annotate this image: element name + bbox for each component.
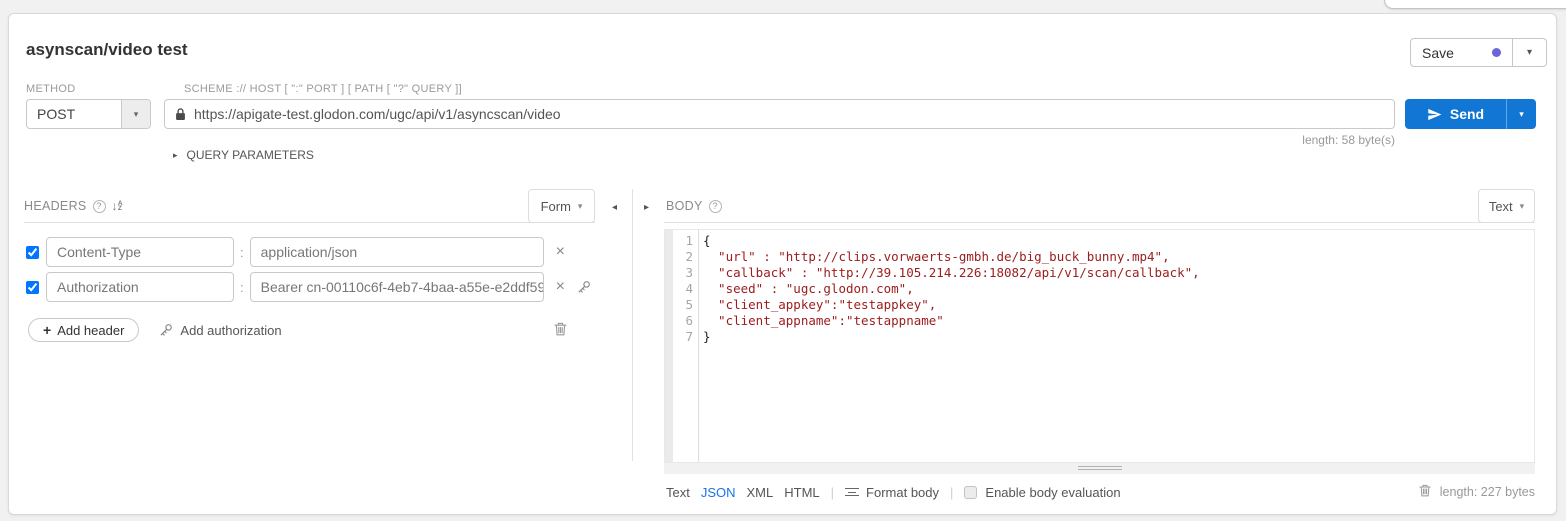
headers-panel-header: HEADERS ? ↓ AZ Form ▾ <box>24 189 595 223</box>
editor-scroll-strip[interactable] <box>665 230 673 462</box>
unsaved-changes-dot-icon <box>1492 48 1501 57</box>
header-enabled-checkbox[interactable] <box>26 246 39 259</box>
header-name-input[interactable]: Content-Type <box>46 237 234 267</box>
send-button[interactable]: Send <box>1405 99 1506 129</box>
enable-body-evaluation-toggle[interactable]: Enable body evaluation <box>964 485 1120 500</box>
code-line: } <box>703 329 1534 345</box>
floating-panel-edge <box>1384 0 1566 9</box>
save-split-button: Save ▾ <box>1410 38 1547 67</box>
collapse-right-icon[interactable]: ▸ <box>644 202 649 213</box>
body-editor-text-area[interactable]: { "url" : "http://clips.vorwaerts-gmbh.d… <box>699 230 1534 462</box>
send-split-button: Send ▾ <box>1405 99 1536 129</box>
collapse-left-icon[interactable]: ◂ <box>612 202 617 213</box>
send-button-label: Send <box>1450 106 1484 122</box>
resize-grip-icon <box>1078 469 1122 470</box>
remove-header-icon[interactable]: × <box>556 278 565 296</box>
disclosure-right-icon: ▸ <box>173 150 178 161</box>
editor-line-numbers: 1 2 3 4 5 6 7 <box>673 230 699 462</box>
code-line: "seed" : "ugc.glodon.com", <box>703 281 1534 297</box>
resize-grip-icon <box>1078 466 1122 467</box>
code-line: "callback" : "http://39.105.214.226:1808… <box>703 265 1534 281</box>
query-parameters-toggle[interactable]: ▸ QUERY PARAMETERS <box>173 148 314 162</box>
format-align-icon <box>845 488 859 496</box>
help-icon[interactable]: ? <box>709 200 722 213</box>
request-editor-card: asynscan/video test Save ▾ METHOD SCHEME… <box>8 13 1557 515</box>
lock-icon <box>175 107 186 121</box>
add-header-button[interactable]: + Add header <box>28 318 139 342</box>
caret-down-icon: ▾ <box>578 201 583 212</box>
plus-icon: + <box>43 322 51 338</box>
add-header-label: Add header <box>57 323 124 338</box>
code-line: "client_appkey":"testappkey", <box>703 297 1534 313</box>
editor-resize-handle[interactable] <box>664 463 1535 474</box>
code-line: { <box>703 233 1534 249</box>
evaluation-checkbox[interactable] <box>964 486 977 499</box>
add-authorization-label: Add authorization <box>180 323 281 338</box>
headers-view-mode-select[interactable]: Form ▾ <box>528 189 595 223</box>
header-separator: : <box>240 245 244 260</box>
caret-down-icon: ▾ <box>121 100 150 128</box>
body-view-mode-select[interactable]: Text ▾ <box>1478 189 1535 223</box>
headers-view-mode-value: Form <box>541 199 571 214</box>
body-title: BODY <box>666 199 703 213</box>
format-body-button[interactable]: Format body <box>845 485 939 500</box>
caret-down-icon: ▾ <box>1520 201 1525 212</box>
format-body-label: Format body <box>866 485 939 500</box>
body-panel-header: BODY ? Text ▾ <box>664 189 1535 223</box>
key-icon <box>159 323 173 337</box>
help-icon[interactable]: ? <box>93 200 106 213</box>
clear-headers-trash-icon[interactable] <box>554 322 567 341</box>
save-button-label: Save <box>1422 45 1454 61</box>
caret-down-icon: ▾ <box>1519 109 1524 120</box>
header-name-input[interactable]: Authorization <box>46 272 234 302</box>
query-parameters-label: QUERY PARAMETERS <box>187 148 314 162</box>
headers-actions-row: + Add header Add authorization <box>28 318 282 342</box>
paper-plane-icon <box>1427 107 1442 122</box>
url-value: https://apigate-test.glodon.com/ugc/api/… <box>194 106 561 122</box>
url-input[interactable]: https://apigate-test.glodon.com/ugc/api/… <box>164 99 1395 129</box>
request-title: asynscan/video test <box>26 40 188 60</box>
url-scheme-label: SCHEME :// HOST [ ":" PORT ] [ PATH [ "?… <box>184 83 462 95</box>
header-value-input[interactable]: Bearer cn-00110c6f-4eb7-4baa-a55e-e2ddf5… <box>250 272 544 302</box>
caret-down-icon: ▾ <box>1527 47 1532 58</box>
method-select[interactable]: POST ▾ <box>26 99 151 129</box>
body-footer: Text JSON XML HTML | Format body | Enabl… <box>666 481 1535 503</box>
header-value-input[interactable]: application/json <box>250 237 544 267</box>
send-options-button[interactable]: ▾ <box>1506 99 1536 129</box>
body-view-mode-value: Text <box>1489 199 1513 214</box>
method-value: POST <box>27 100 121 128</box>
authorization-key-icon[interactable] <box>577 280 591 294</box>
sort-headers-icon[interactable]: ↓ AZ <box>112 199 123 213</box>
header-row: Authorization : Bearer cn-00110c6f-4eb7-… <box>26 272 591 302</box>
header-row: Content-Type : application/json × <box>26 237 565 267</box>
body-format-tab-text[interactable]: Text <box>666 485 690 500</box>
add-authorization-button[interactable]: Add authorization <box>159 323 281 338</box>
header-separator: : <box>240 280 244 295</box>
body-format-tab-json[interactable]: JSON <box>701 485 736 500</box>
panel-splitter[interactable] <box>632 189 633 461</box>
header-enabled-checkbox[interactable] <box>26 281 39 294</box>
body-format-tab-html[interactable]: HTML <box>784 485 819 500</box>
body-format-tab-xml[interactable]: XML <box>747 485 774 500</box>
code-line: "client_appname":"testappname" <box>703 313 1534 329</box>
clear-body-trash-icon[interactable] <box>1419 484 1431 500</box>
url-length-note: length: 58 byte(s) <box>1095 133 1395 147</box>
remove-header-icon[interactable]: × <box>556 243 565 261</box>
body-editor: 1 2 3 4 5 6 7 { "url" : "http://clips.vo… <box>664 229 1535 463</box>
headers-title: HEADERS <box>24 199 87 213</box>
method-label: METHOD <box>26 83 75 95</box>
save-options-button[interactable]: ▾ <box>1513 38 1547 67</box>
enable-evaluation-label: Enable body evaluation <box>985 485 1120 500</box>
body-length-note: length: 227 bytes <box>1440 485 1535 499</box>
save-button[interactable]: Save <box>1410 38 1513 67</box>
code-line: "url" : "http://clips.vorwaerts-gmbh.de/… <box>703 249 1534 265</box>
